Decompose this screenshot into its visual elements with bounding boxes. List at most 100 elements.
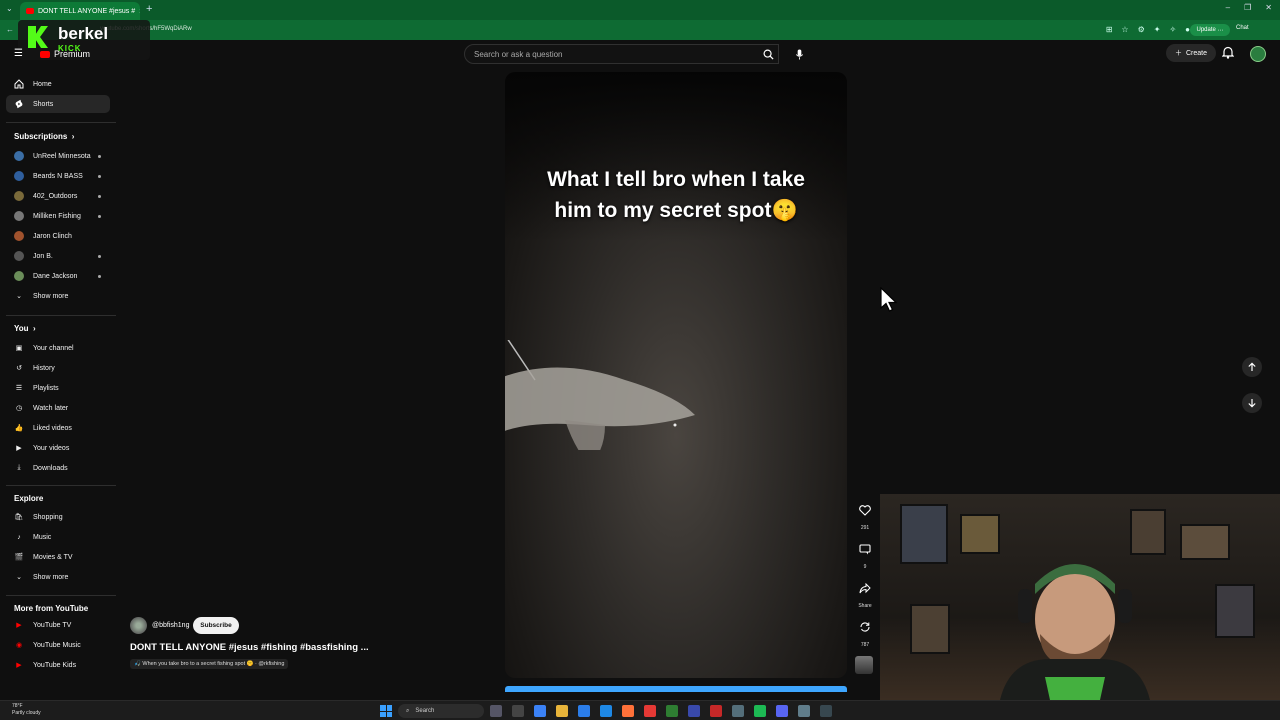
taskbar-search[interactable]: ⌕ Search bbox=[398, 704, 484, 718]
microphone-icon bbox=[795, 48, 803, 60]
app-icon[interactable] bbox=[732, 705, 744, 717]
firefox-icon[interactable] bbox=[622, 705, 634, 717]
sidebar-item-history[interactable]: ↺ History bbox=[6, 359, 110, 377]
channel-avatar bbox=[14, 171, 24, 181]
comment-icon bbox=[859, 543, 871, 554]
previous-short-button[interactable] bbox=[1242, 357, 1262, 377]
app-icon[interactable] bbox=[534, 705, 546, 717]
search-input[interactable]: Search or ask a question bbox=[464, 44, 779, 64]
discord-icon[interactable] bbox=[776, 705, 788, 717]
file-explorer-icon[interactable] bbox=[556, 705, 568, 717]
new-tab-button[interactable]: + bbox=[146, 3, 152, 15]
remix-button[interactable] bbox=[856, 618, 874, 636]
voice-search-button[interactable] bbox=[788, 43, 810, 65]
sidebar-item-youtube-music[interactable]: ◉ YouTube Music bbox=[6, 636, 110, 654]
app-icon[interactable] bbox=[710, 705, 722, 717]
sidebar-item-label: YouTube Kids bbox=[33, 661, 77, 669]
windows-start-icon[interactable] bbox=[380, 705, 392, 717]
weather-desc: Partly cloudy bbox=[12, 710, 41, 716]
hamburger-menu-icon[interactable]: ☰ bbox=[14, 48, 23, 59]
sidebar-item-shorts[interactable]: Shorts bbox=[6, 95, 110, 113]
channel-avatar[interactable] bbox=[130, 617, 147, 634]
steam-icon[interactable] bbox=[798, 705, 810, 717]
subscriptions-heading[interactable]: Subscriptions › bbox=[14, 132, 74, 141]
caption-line: him to my secret spot🤫 bbox=[554, 199, 798, 222]
comment-count: 9 bbox=[863, 564, 867, 570]
back-icon[interactable]: ← bbox=[6, 25, 14, 34]
sidebar-item-your-channel[interactable]: ▣ Your channel bbox=[6, 339, 110, 357]
spotify-icon[interactable] bbox=[754, 705, 766, 717]
sidebar-item-movies-tv[interactable]: 🎬 Movies & TV bbox=[6, 548, 110, 566]
comments-button[interactable] bbox=[856, 540, 874, 558]
explore-show-more[interactable]: ⌄ Show more bbox=[6, 568, 110, 586]
like-button[interactable] bbox=[856, 501, 874, 519]
sidebar-item-subscription[interactable]: Beards N BASS bbox=[6, 167, 110, 185]
next-short-button[interactable] bbox=[1242, 393, 1262, 413]
minimize-button[interactable]: – bbox=[1226, 3, 1230, 12]
search-icon: ⌕ bbox=[406, 707, 410, 714]
notifications-bell-icon[interactable] bbox=[1222, 46, 1234, 59]
task-view-icon[interactable] bbox=[490, 705, 502, 717]
sidebar-item-home[interactable]: Home bbox=[6, 75, 110, 93]
sidebar-item-subscription[interactable]: Milliken Fishing bbox=[6, 207, 110, 225]
sidebar-item-liked-videos[interactable]: 👍 Liked videos bbox=[6, 419, 110, 437]
sidebar-item-music[interactable]: ♪ Music bbox=[6, 528, 110, 546]
maximize-button[interactable]: ❐ bbox=[1244, 3, 1251, 12]
sidebar-item-label: Dane Jackson bbox=[33, 272, 78, 280]
extension-icons: ⊞ ☆ ⚙ ✦ ✧ ● bbox=[1106, 25, 1190, 34]
sidebar-item-playlists[interactable]: ☰ Playlists bbox=[6, 379, 110, 397]
channel-handle[interactable]: @bbfish1ng bbox=[152, 622, 189, 629]
sidebar-item-watch-later[interactable]: ◷ Watch later bbox=[6, 399, 110, 417]
sidebar-item-youtube-kids[interactable]: ▶ YouTube Kids bbox=[6, 656, 110, 674]
sidebar-item-subscription[interactable]: Jaron Clinch bbox=[6, 227, 110, 245]
subscriptions-show-more[interactable]: ⌄ Show more bbox=[6, 287, 110, 305]
sound-thumbnail[interactable] bbox=[855, 656, 873, 674]
app-icon[interactable] bbox=[644, 705, 656, 717]
youtube-premium-logo[interactable]: Premium bbox=[40, 49, 90, 59]
new-content-dot bbox=[98, 255, 101, 258]
sidebar-item-subscription[interactable]: 402_Outdoors bbox=[6, 187, 110, 205]
install-app-icon[interactable]: ⊞ bbox=[1106, 25, 1113, 34]
tab-close-icon[interactable]: × bbox=[139, 7, 140, 16]
extension-icon[interactable]: ✦ bbox=[1154, 25, 1161, 34]
edge-icon[interactable] bbox=[600, 705, 612, 717]
video-progress-bar[interactable] bbox=[505, 686, 847, 692]
tab-list-chevron-icon[interactable]: ⌄ bbox=[6, 4, 13, 13]
browser-tab[interactable]: DONT TELL ANYONE #jesus # × bbox=[20, 2, 140, 20]
sidebar-item-label: Watch later bbox=[33, 404, 69, 412]
sidebar-item-subscription[interactable]: Dane Jackson bbox=[6, 267, 110, 285]
app-icon[interactable] bbox=[820, 705, 832, 717]
sidebar-item-subscription[interactable]: UnReel Minnesota bbox=[6, 147, 110, 165]
app-icon[interactable] bbox=[666, 705, 678, 717]
short-description-chip[interactable]: 🎣 When you take bro to a secret fishing … bbox=[130, 659, 289, 669]
sidebar-item-youtube-tv[interactable]: ▶ YouTube TV bbox=[6, 616, 110, 634]
sidebar: Home Shorts Subscriptions › UnReel Minne… bbox=[0, 72, 120, 702]
sidebar-item-shopping[interactable]: 🛍 Shopping bbox=[6, 508, 110, 526]
sidebar-item-downloads[interactable]: ⤓ Downloads bbox=[6, 459, 110, 477]
weather-widget[interactable]: 78°F Partly cloudy bbox=[12, 703, 41, 717]
create-button[interactable]: ＋ Create bbox=[1166, 44, 1216, 62]
account-avatar[interactable] bbox=[1250, 46, 1266, 62]
chat-button[interactable]: Chat bbox=[1236, 25, 1249, 31]
search-button[interactable] bbox=[756, 44, 780, 64]
share-button[interactable] bbox=[856, 579, 874, 597]
extension-icon[interactable]: ⚙ bbox=[1138, 25, 1145, 34]
channel-avatar bbox=[14, 271, 24, 281]
subscribe-button[interactable]: Subscribe bbox=[193, 617, 239, 634]
app-icon[interactable] bbox=[512, 705, 524, 717]
extension-icon[interactable]: ✧ bbox=[1169, 25, 1176, 34]
bookmark-star-icon[interactable]: ☆ bbox=[1121, 25, 1128, 34]
sidebar-item-subscription[interactable]: Jon B. bbox=[6, 247, 110, 265]
app-icon[interactable] bbox=[688, 705, 700, 717]
fish-in-water-image bbox=[505, 340, 695, 450]
shorts-video-player[interactable]: What I tell bro when I take him to my se… bbox=[505, 72, 847, 678]
update-button[interactable]: Update ⋯ bbox=[1190, 24, 1230, 36]
app-icon[interactable] bbox=[578, 705, 590, 717]
tab-title: DONT TELL ANYONE #jesus # bbox=[38, 7, 136, 15]
you-heading[interactable]: You › bbox=[14, 324, 36, 333]
sidebar-item-your-videos[interactable]: ▶ Your videos bbox=[6, 439, 110, 457]
close-window-button[interactable]: ✕ bbox=[1265, 3, 1272, 12]
sidebar-item-label: YouTube TV bbox=[33, 621, 72, 629]
short-title[interactable]: DONT TELL ANYONE #jesus #fishing #bassfi… bbox=[130, 642, 369, 653]
wall-frame bbox=[960, 514, 1000, 554]
